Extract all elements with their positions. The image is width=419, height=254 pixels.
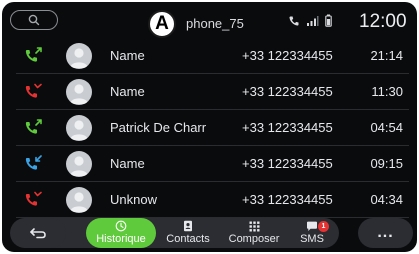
incoming-call-icon [24,155,42,173]
back-button[interactable] [10,218,66,248]
contact-name: Unknow [110,192,157,207]
phone-number: +33 122334455 [242,156,333,171]
call-time: 04:54 [370,120,403,135]
tab-label: Contacts [166,233,210,245]
contact-name: Name [110,48,145,63]
contact-avatar [66,115,92,141]
call-history-row[interactable]: Name +33 122334455 11:30 [2,74,417,110]
more-options-button[interactable]: ... [358,218,413,248]
outgoing-call-icon [24,119,42,137]
search-icon [28,14,40,26]
person-silhouette-icon [70,156,88,176]
tab-label: Historique [96,233,146,245]
person-silhouette-icon [70,120,88,140]
tab-label: SMS [300,233,324,245]
phone-connected-icon [289,16,299,26]
contact-name: Name [110,84,145,99]
connected-phone-name: phone_75 [186,16,244,31]
dialpad-icon [249,220,260,232]
contact-name: Name [110,156,145,171]
header-bar: A phone_75 12:00 [2,2,417,40]
sms-unread-badge: 1 [318,221,329,232]
call-time: 11:30 [371,84,403,99]
contacts-book-icon [183,220,193,232]
annotation-badge: A [148,10,176,38]
contact-name: Patrick De Charr [110,120,207,135]
call-time: 04:34 [370,192,403,207]
person-silhouette-icon [70,84,88,104]
clock: 12:00 [359,11,407,32]
call-time: 21:14 [370,48,403,63]
call-history-row[interactable]: Unknow +33 122334455 04:34 [2,182,417,218]
tab-composer[interactable]: Composer [222,218,286,248]
contact-avatar [66,43,92,69]
missed-call-icon [24,83,42,101]
contact-avatar [66,79,92,105]
search-button[interactable] [10,10,58,30]
clock-icon [115,220,127,232]
call-history-row[interactable]: Patrick De Charr +33 122334455 04:54 [2,110,417,146]
sms-bubble-icon [306,220,318,232]
call-history-row[interactable]: Name +33 122334455 21:14 [2,38,417,74]
tab-contacts[interactable]: Contacts [160,218,216,248]
battery-icon [325,14,332,27]
missed-call-icon [24,191,42,209]
phone-call-history-screen: A phone_75 12:00 Name +33 122334455 21:14 N… [2,2,417,252]
tab-historique[interactable]: Historique [86,218,156,248]
signal-strength-icon [307,15,319,26]
phone-number: +33 122334455 [242,84,333,99]
phone-number: +33 122334455 [242,192,333,207]
back-arrow-icon [30,228,46,239]
phone-number: +33 122334455 [242,120,333,135]
status-icons [288,14,332,27]
contact-avatar [66,151,92,177]
phone-number: +33 122334455 [242,48,333,63]
tab-label: Composer [228,233,280,245]
contact-avatar [66,187,92,213]
person-silhouette-icon [70,48,88,68]
call-time: 09:15 [370,156,403,171]
call-history-row[interactable]: Name +33 122334455 09:15 [2,146,417,182]
person-silhouette-icon [70,192,88,212]
outgoing-call-icon [24,47,42,65]
